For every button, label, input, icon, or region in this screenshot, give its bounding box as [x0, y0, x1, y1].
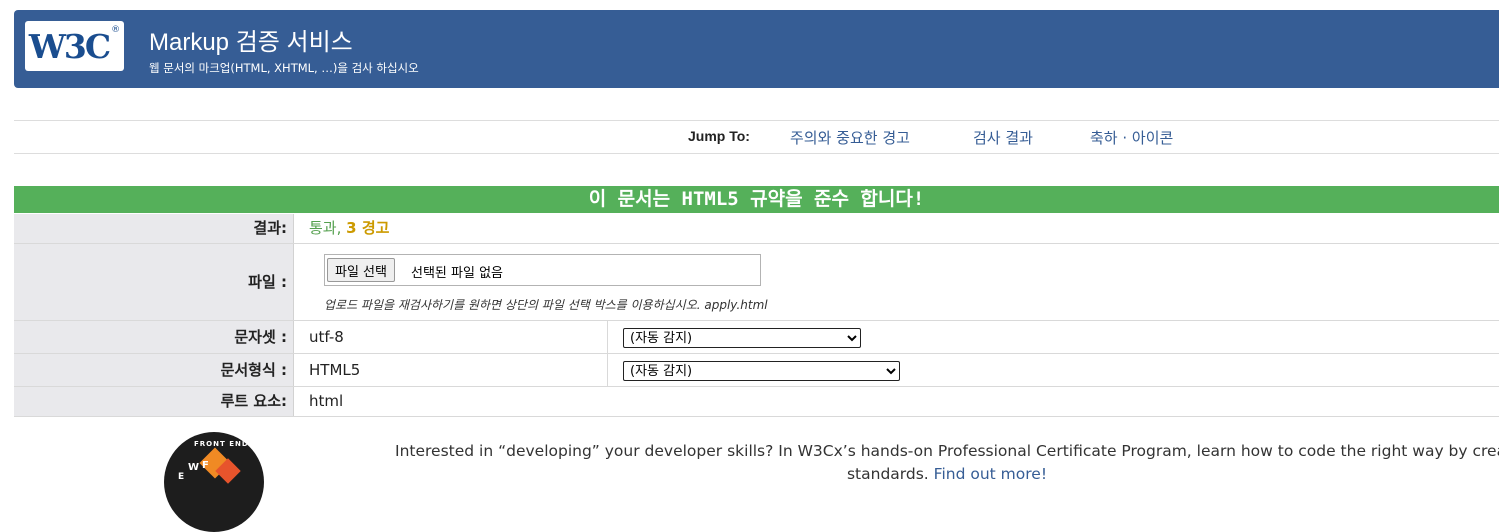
doctype-value: HTML5: [309, 361, 361, 379]
charset-value: utf-8: [309, 328, 344, 346]
root-label: 루트 요소:: [14, 387, 294, 416]
badge-letter-3: F: [202, 460, 209, 471]
charset-cell: (자동 감지): [607, 321, 1499, 353]
no-file-text: 선택된 파일 없음: [411, 266, 503, 281]
jump-link-warnings[interactable]: 주의와 중요한 경고: [790, 127, 910, 148]
jump-link-results[interactable]: 검사 결과: [973, 127, 1033, 148]
result-value: 통과, 3 경고: [309, 214, 389, 243]
find-out-more-link[interactable]: Find out more!: [934, 465, 1047, 483]
registered-mark: ®: [111, 25, 121, 35]
charset-select[interactable]: (자동 감지): [623, 328, 861, 348]
front-end-badge[interactable]: FRONT END E W F: [164, 432, 264, 532]
doctype-label: 문서형식 :: [14, 354, 294, 386]
promo-line-2: standards. Find out more!: [395, 463, 1499, 486]
root-value: html: [309, 392, 344, 410]
warnings-count[interactable]: 3 경고: [346, 219, 389, 237]
file-hint: 업로드 파일을 재검사하기를 원하면 상단의 파일 선택 박스를 이용하십시오.…: [324, 298, 768, 312]
result-label: 결과:: [14, 214, 294, 243]
page-title: Markup 검증 서비스: [149, 29, 353, 56]
page-subtitle: 웹 문서의 마크업(HTML, XHTML, …)을 검사 하십시오: [149, 61, 419, 75]
promo-text: Interested in “developing” your develope…: [395, 440, 1499, 486]
charset-row: 문자셋 : utf-8 (자동 감지): [14, 321, 1499, 354]
promo-line-2-text: standards.: [846, 465, 929, 483]
doctype-select[interactable]: (자동 감지): [623, 361, 900, 381]
jump-link-congrats[interactable]: 축하 · 아이콘: [1090, 127, 1173, 148]
promo-line-1: Interested in “developing” your develope…: [395, 442, 1499, 460]
file-label: 파일 :: [14, 244, 294, 320]
header: W3C ® Markup 검증 서비스 웹 문서의 마크업(HTML, XHTML…: [14, 10, 1499, 88]
choose-file-button[interactable]: 파일 선택: [327, 258, 395, 282]
badge-ring-text: FRONT END: [194, 440, 249, 448]
file-input[interactable]: 파일 선택 선택된 파일 없음: [324, 254, 761, 286]
jump-label: Jump To:: [688, 128, 750, 144]
jump-nav: Jump To: 주의와 중요한 경고 검사 결과 축하 · 아이콘: [14, 120, 1499, 154]
logo-text: W3C: [28, 26, 111, 66]
result-row: 결과: 통과, 3 경고: [14, 214, 1499, 244]
doctype-cell: (자동 감지): [607, 354, 1499, 386]
file-row: 파일 : 파일 선택 선택된 파일 없음 업로드 파일을 재검사하기를 원하면 …: [14, 244, 1499, 321]
charset-label: 문자셋 :: [14, 321, 294, 353]
w3c-logo[interactable]: W3C ®: [25, 21, 124, 71]
validation-banner: 이 문서는 HTML5 규약을 준수 합니다!: [14, 186, 1499, 213]
badge-letter-1: E: [178, 472, 185, 482]
doctype-row: 문서형식 : HTML5 (자동 감지): [14, 354, 1499, 387]
badge-letter-2: W: [188, 462, 200, 473]
root-row: 루트 요소: html: [14, 387, 1499, 417]
pass-text: 통과,: [309, 219, 342, 237]
